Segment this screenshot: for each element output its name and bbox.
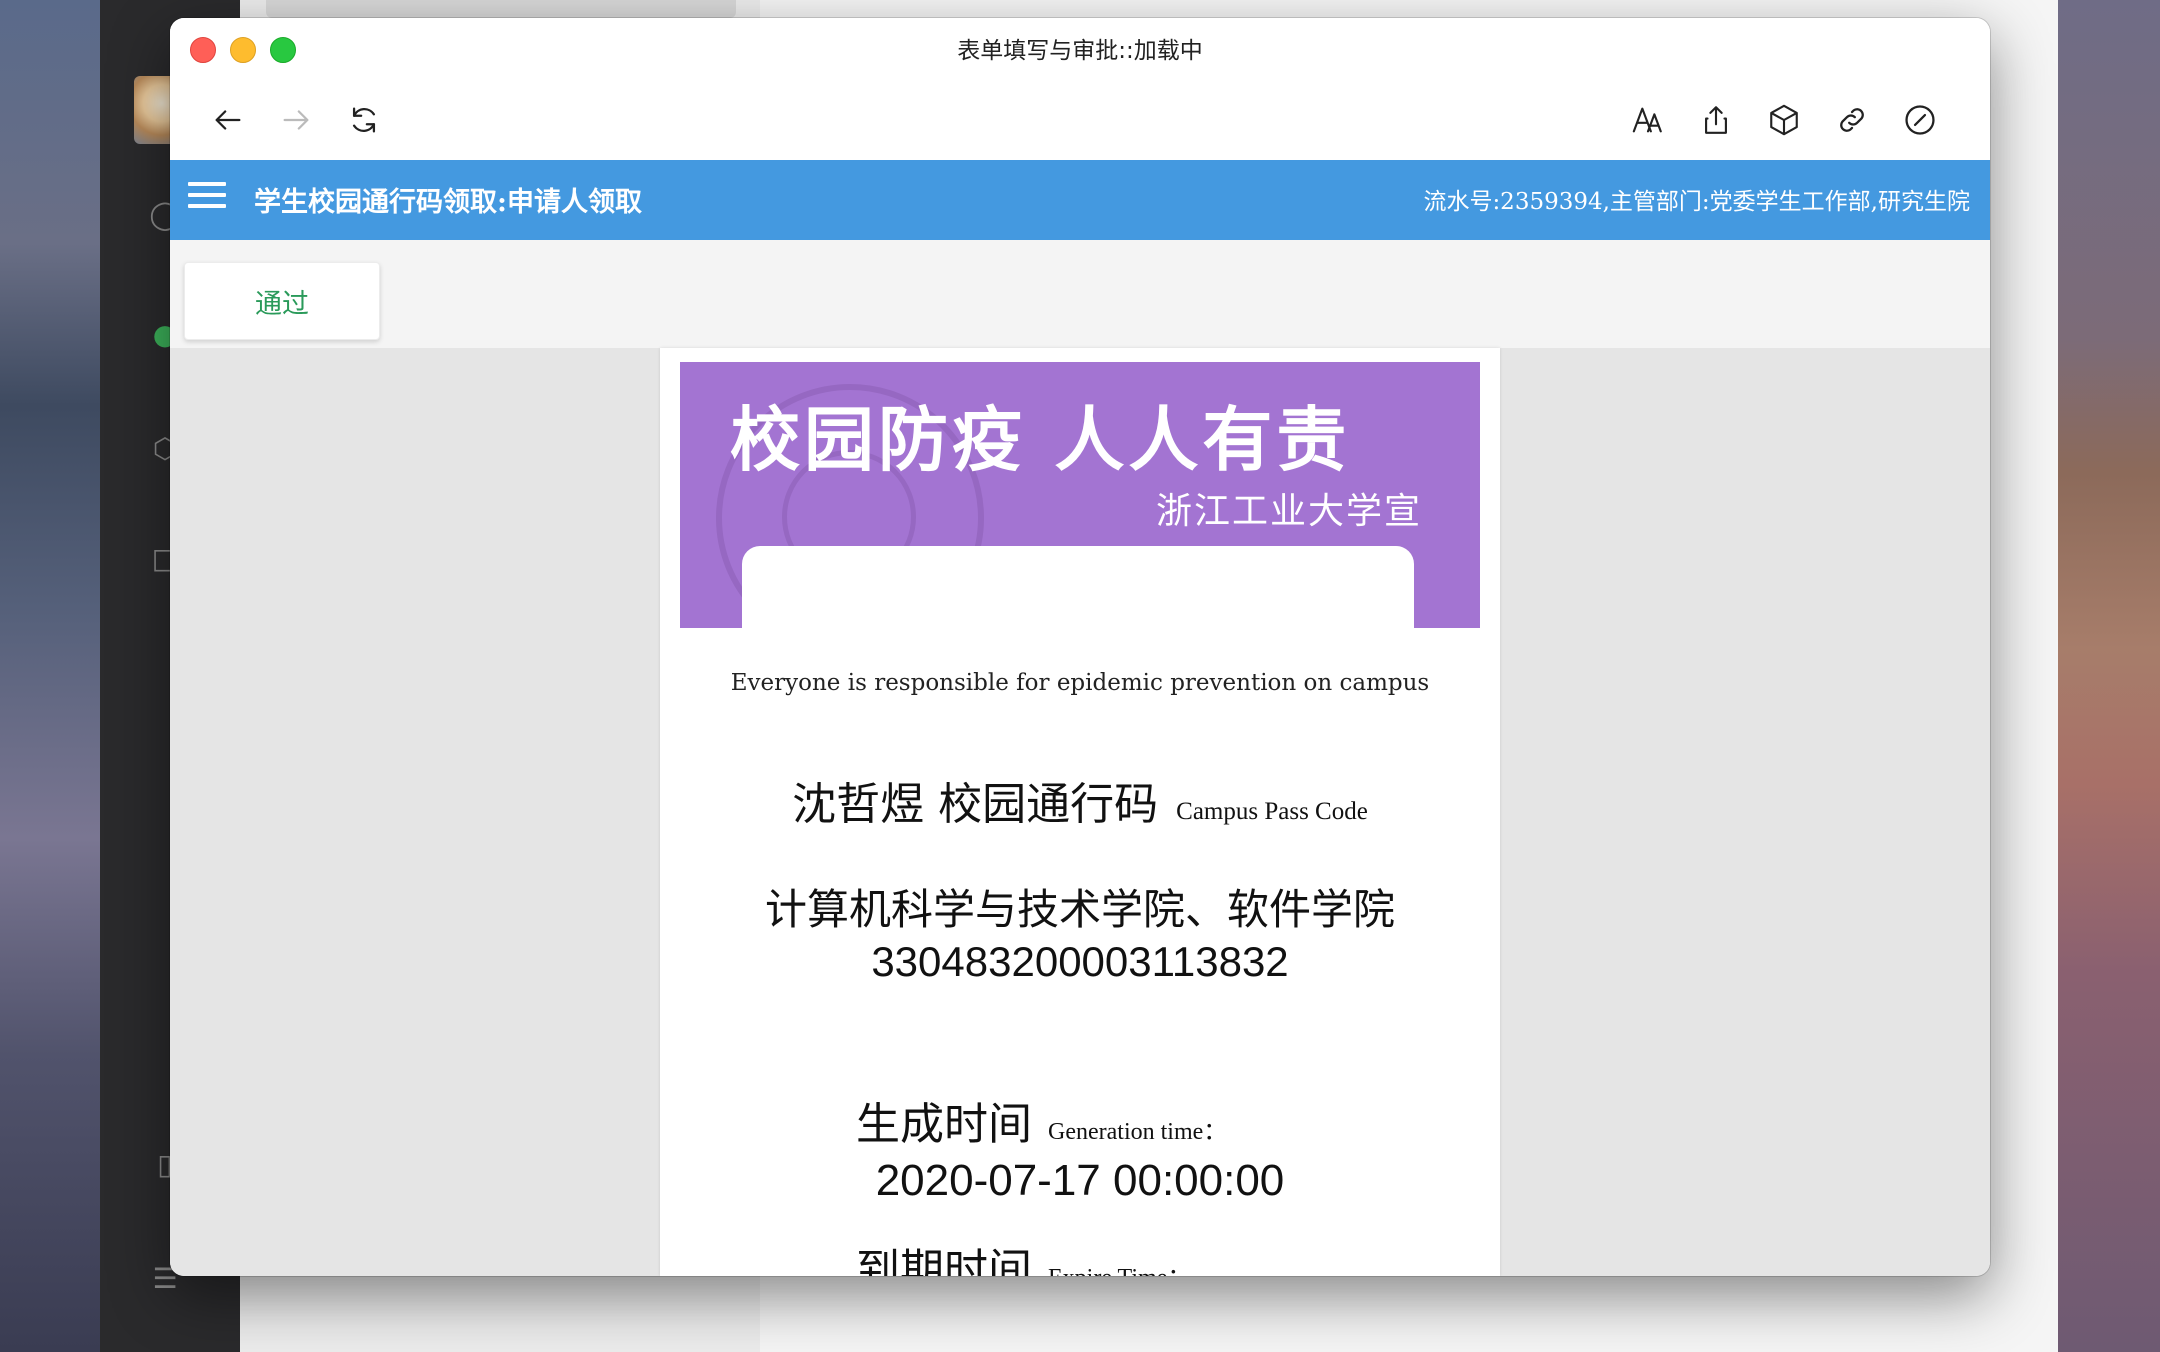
form-content[interactable]: 校园防疫 人人有责 浙江工业大学宣 Everyone is responsibl… xyxy=(170,348,1990,1276)
link-icon xyxy=(1840,108,1864,132)
cube-icon xyxy=(1770,104,1798,136)
share-button[interactable] xyxy=(1694,98,1738,142)
search-input[interactable] xyxy=(266,0,736,18)
reload-button[interactable] xyxy=(342,98,386,142)
hamburger-menu-icon[interactable] xyxy=(188,182,226,218)
college-name: 计算机科学与技术学院、软件学院 xyxy=(764,885,1395,934)
id-number: 330483200003113832 xyxy=(871,938,1289,985)
serial-department-info: 流水号:2359394,主管部门:党委学生工作部,研究生院 xyxy=(1423,189,1970,215)
approve-button[interactable]: 通过 xyxy=(184,262,380,340)
app-header: 学生校园通行码领取:申请人领取 流水号:2359394,主管部门:党委学生工作部… xyxy=(170,160,1990,240)
form-window: 表单填写与审批::加载中 学生校园通行码领取:申请人领取 流水号:2359394… xyxy=(170,18,1990,1276)
action-toolbar: 通过 xyxy=(170,240,1990,348)
link-button[interactable] xyxy=(1830,98,1874,142)
banner-card xyxy=(742,546,1414,628)
compass-button[interactable] xyxy=(1898,98,1942,142)
banner-issuer: 浙江工业大学宣 xyxy=(1155,491,1422,532)
forward-button[interactable] xyxy=(274,98,318,142)
generation-time-label: 生成时间 Generation time： xyxy=(856,1099,1228,1150)
banner-slogan: 校园防疫 人人有责 xyxy=(730,399,1351,481)
back-arrow-icon xyxy=(215,110,241,130)
back-button[interactable] xyxy=(206,98,250,142)
compass-icon xyxy=(1905,105,1935,135)
text-size-button[interactable] xyxy=(1626,98,1670,142)
holder-name-title: 沈哲煜 校园通行码 xyxy=(792,779,1159,830)
pass-document: 校园防疫 人人有责 浙江工业大学宣 Everyone is responsibl… xyxy=(660,348,1500,1276)
cube-button[interactable] xyxy=(1762,98,1806,142)
pass-banner: 校园防疫 人人有责 浙江工业大学宣 xyxy=(680,362,1480,628)
share-icon xyxy=(1705,106,1727,134)
generation-time-value: 2020-07-17 00:00:00 xyxy=(875,1156,1285,1205)
reload-icon xyxy=(352,107,376,133)
window-title: 表单填写与审批::加载中 xyxy=(957,38,1203,64)
desktop-wallpaper-left xyxy=(0,0,110,1352)
page-title: 学生校园通行码领取:申请人领取 xyxy=(254,187,642,218)
expire-time-label: 到期时间Expire Time： xyxy=(856,1245,1191,1276)
title-bar: 表单填写与审批::加载中 xyxy=(170,18,1990,160)
desktop-wallpaper-right xyxy=(2058,0,2160,1352)
pass-holder-line: 沈哲煜 校园通行码 Campus Pass Code xyxy=(660,768,1500,832)
text-size-icon xyxy=(1632,107,1662,133)
english-slogan: Everyone is responsible for epidemic pre… xyxy=(730,670,1430,696)
pass-code-en: Campus Pass Code xyxy=(1176,798,1368,825)
forward-arrow-icon xyxy=(283,110,309,130)
